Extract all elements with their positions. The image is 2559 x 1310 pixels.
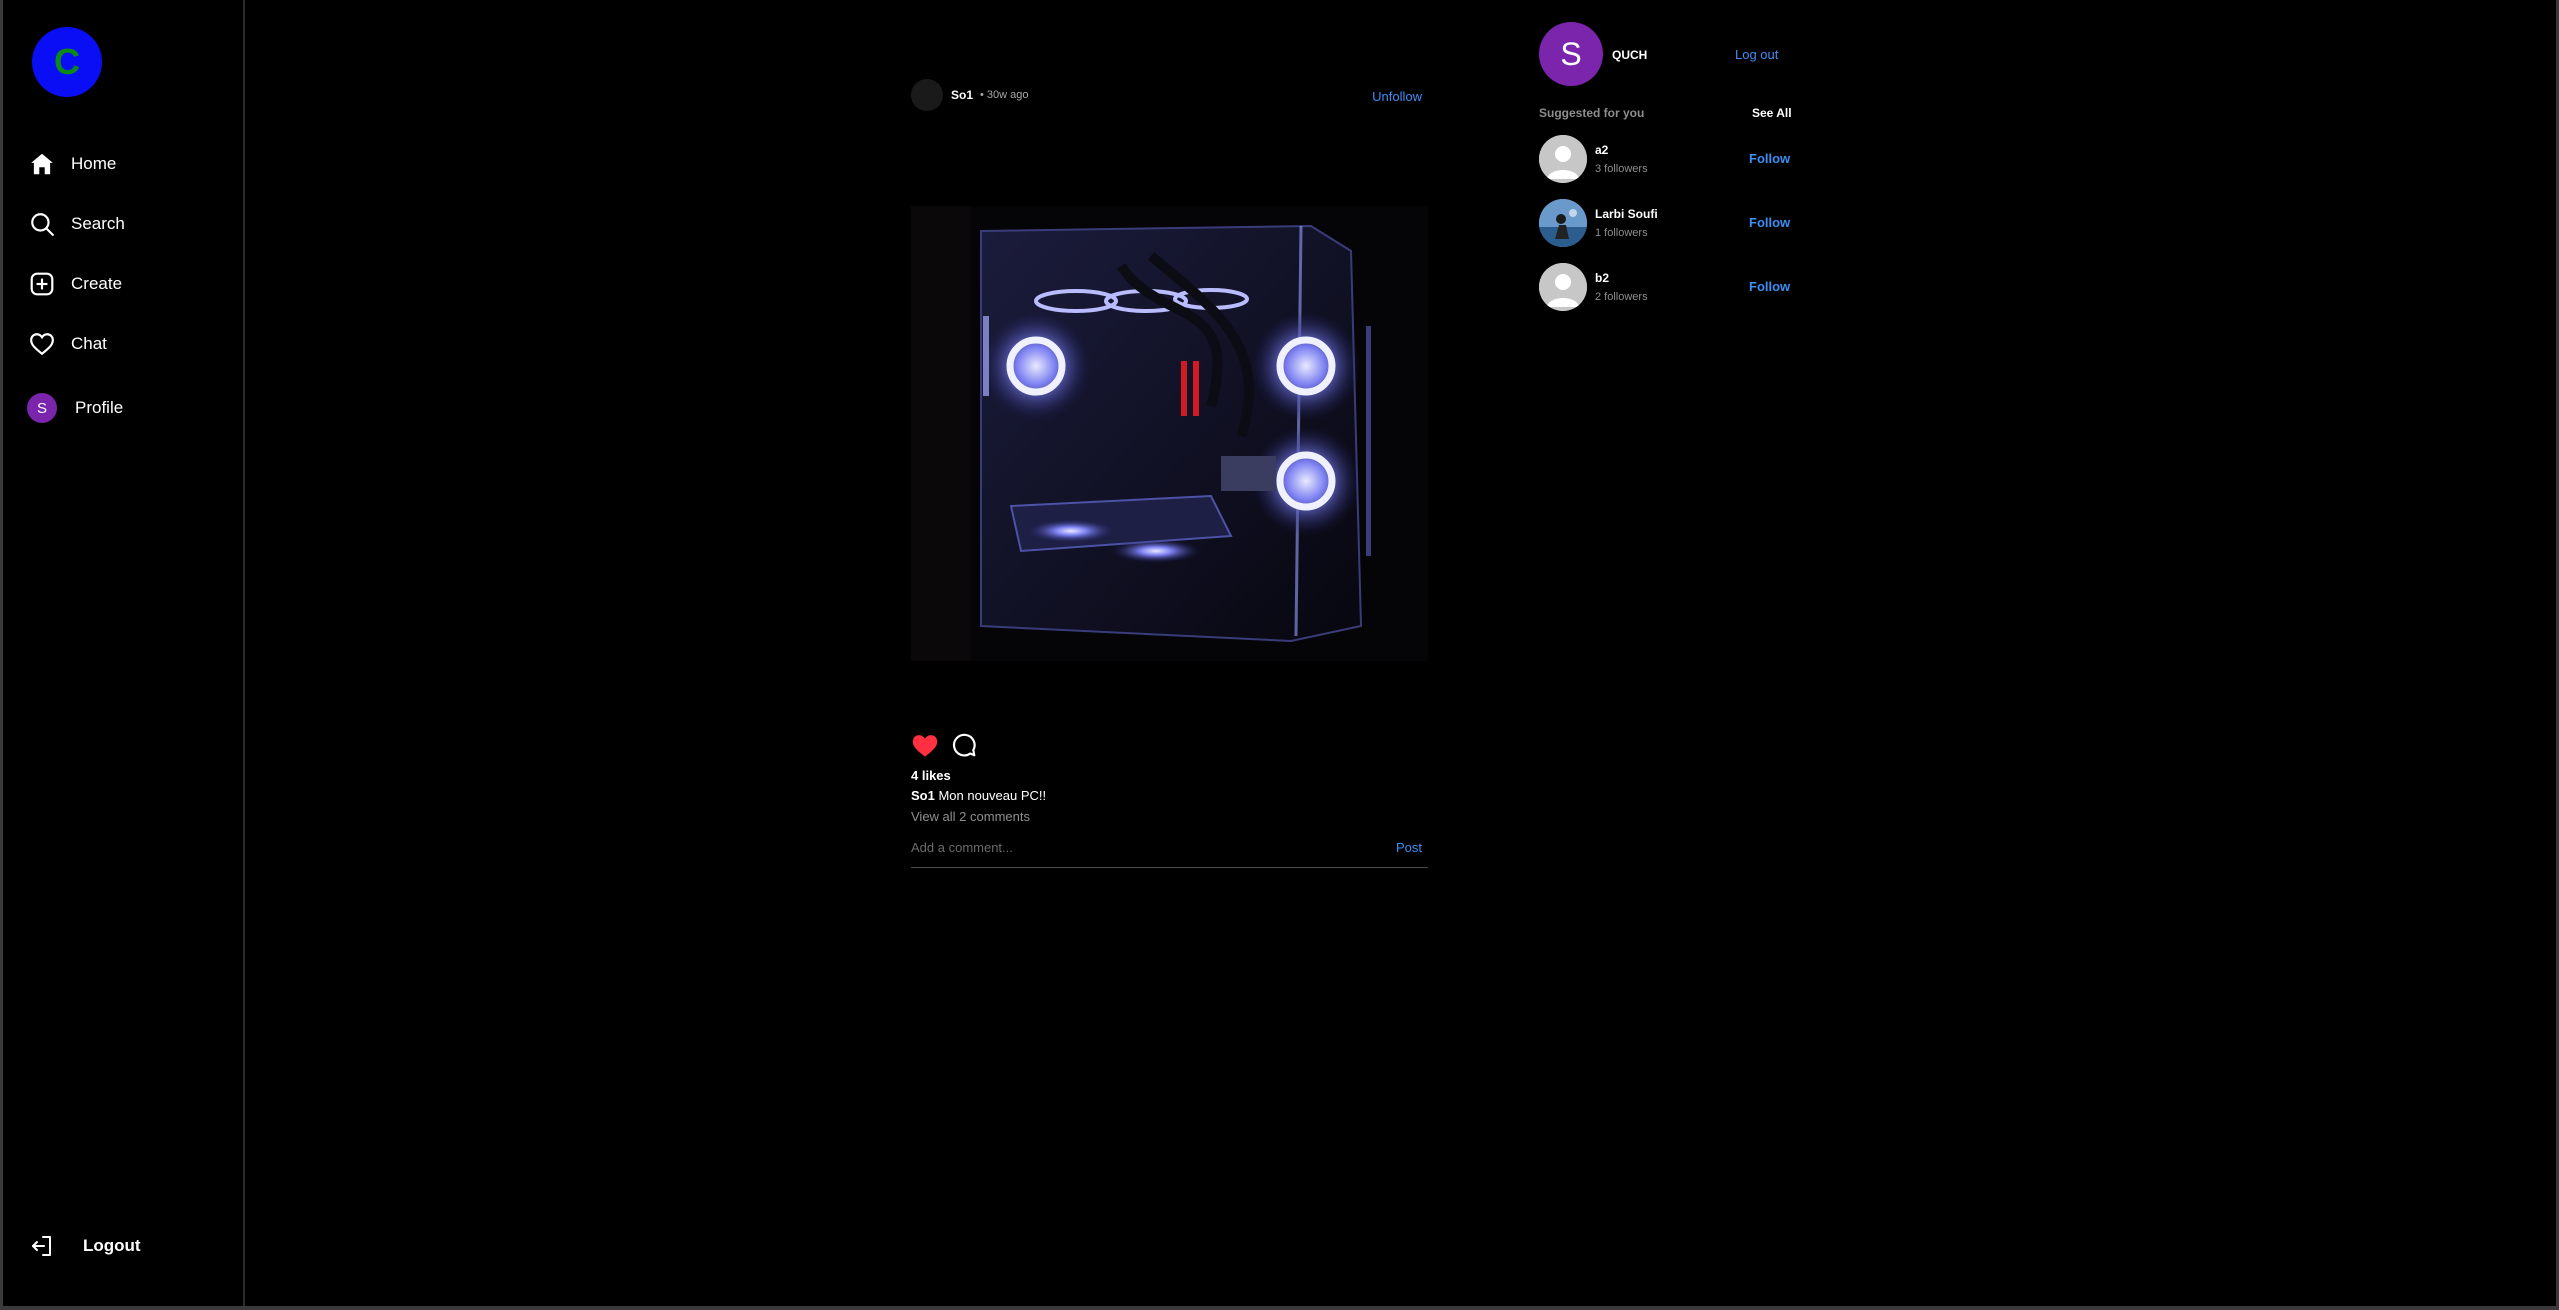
app-logo[interactable]: C <box>32 27 102 97</box>
suggestion-item: a2 3 followers Follow <box>1539 135 1795 185</box>
default-avatar-icon[interactable] <box>1539 263 1587 311</box>
heart-filled-icon[interactable] <box>911 732 939 763</box>
post-username[interactable]: So1 <box>951 88 973 102</box>
avatar[interactable] <box>911 79 943 111</box>
likes-count[interactable]: 4 likes <box>911 768 951 783</box>
see-all-link[interactable]: See All <box>1752 106 1792 120</box>
photo-avatar-icon[interactable] <box>1539 199 1587 247</box>
nav-profile-label: Profile <box>75 398 124 417</box>
current-username[interactable]: QUCH <box>1612 48 1647 62</box>
post-timestamp: • 30w ago <box>980 89 1029 101</box>
comment-input[interactable] <box>911 836 1351 858</box>
follow-button[interactable]: Follow <box>1749 279 1790 294</box>
nav-home[interactable]: Home <box>27 144 116 184</box>
nav-profile[interactable]: S Profile <box>27 388 123 428</box>
suggestion-name[interactable]: b2 <box>1595 271 1609 285</box>
comment-form: Post <box>911 832 1428 868</box>
plus-square-icon <box>27 269 57 299</box>
logout-icon <box>27 1231 57 1261</box>
follow-button[interactable]: Follow <box>1749 215 1790 230</box>
search-icon <box>27 209 57 239</box>
post-actions <box>911 732 1428 762</box>
post-caption: So1 Mon nouveau PC!! <box>911 788 1046 803</box>
comment-icon[interactable] <box>951 732 977 763</box>
suggestions-title: Suggested for you <box>1539 106 1645 120</box>
nav-search[interactable]: Search <box>27 204 125 244</box>
logout-label: Logout <box>83 1236 141 1255</box>
home-icon <box>27 149 57 179</box>
suggestion-followers: 3 followers <box>1595 163 1648 175</box>
post-header: So1 • 30w ago Unfollow <box>911 78 1428 112</box>
sidebar: C Home Search Create Chat S Profile Logo… <box>3 0 245 1306</box>
suggestion-name[interactable]: a2 <box>1595 143 1608 157</box>
suggestion-item: b2 2 followers Follow <box>1539 263 1795 313</box>
caption-username[interactable]: So1 <box>911 788 935 803</box>
avatar: S <box>27 393 57 423</box>
follow-button[interactable]: Follow <box>1749 151 1790 166</box>
logout-button[interactable]: Logout <box>27 1226 141 1266</box>
unfollow-button[interactable]: Unfollow <box>1372 89 1422 104</box>
nav-create[interactable]: Create <box>27 264 122 304</box>
default-avatar-icon[interactable] <box>1539 135 1587 183</box>
suggestion-name[interactable]: Larbi Soufi <box>1595 207 1658 221</box>
post-comment-button[interactable]: Post <box>1396 840 1422 855</box>
suggestion-followers: 2 followers <box>1595 291 1648 303</box>
nav-search-label: Search <box>71 214 125 233</box>
avatar[interactable]: S <box>1539 22 1603 86</box>
nav-home-label: Home <box>71 154 117 173</box>
suggestion-followers: 1 followers <box>1595 227 1648 239</box>
nav-chat-label: Chat <box>71 334 107 353</box>
view-comments-link[interactable]: View all 2 comments <box>911 809 1030 824</box>
post-image[interactable] <box>911 206 1428 661</box>
heart-icon <box>27 329 57 359</box>
nav-create-label: Create <box>71 274 123 293</box>
suggestion-item: Larbi Soufi 1 followers Follow <box>1539 199 1795 249</box>
logout-link[interactable]: Log out <box>1735 47 1778 62</box>
caption-text: Mon nouveau PC!! <box>938 788 1047 803</box>
nav-chat[interactable]: Chat <box>27 324 107 364</box>
